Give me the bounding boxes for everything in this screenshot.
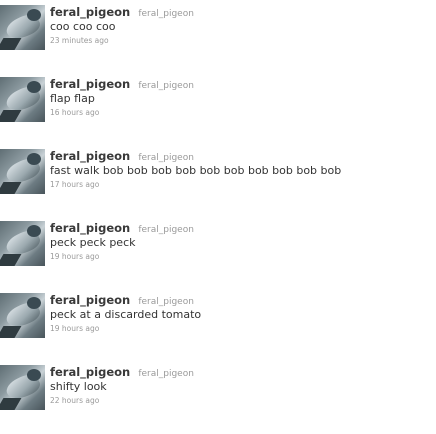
author-display-name[interactable]: feral_pigeon	[50, 149, 130, 163]
post-author: feral_pigeon feral_pigeon	[50, 362, 432, 380]
avatar[interactable]	[0, 293, 45, 338]
post-timestamp[interactable]: 23 minutes ago	[50, 36, 432, 46]
post-content: feral_pigeon feral_pigeon shifty look 22…	[50, 362, 432, 406]
post-timestamp[interactable]: 17 hours ago	[50, 180, 432, 190]
avatar[interactable]	[0, 149, 45, 194]
post-item: feral_pigeon feral_pigeon peck at a disc…	[0, 290, 436, 362]
post-feed: feral_pigeon feral_pigeon coo coo coo 23…	[0, 0, 436, 434]
post-content: feral_pigeon feral_pigeon peck peck peck…	[50, 218, 432, 262]
author-handle[interactable]: feral_pigeon	[138, 297, 194, 307]
post-content: feral_pigeon feral_pigeon peck at a disc…	[50, 290, 432, 334]
post-content: feral_pigeon feral_pigeon flap flap 16 h…	[50, 74, 432, 118]
post-text: fast walk bob bob bob bob bob bob bob bo…	[50, 164, 342, 177]
post-content: feral_pigeon feral_pigeon coo coo coo 23…	[50, 2, 432, 46]
author-handle[interactable]: feral_pigeon	[138, 369, 194, 379]
post-content: feral_pigeon feral_pigeon fast walk bob …	[50, 146, 432, 190]
author-handle[interactable]: feral_pigeon	[138, 225, 194, 235]
author-handle[interactable]: feral_pigeon	[138, 153, 194, 163]
author-display-name[interactable]: feral_pigeon	[50, 77, 130, 91]
post-author: feral_pigeon feral_pigeon	[50, 290, 432, 308]
avatar[interactable]	[0, 77, 45, 122]
avatar[interactable]	[0, 365, 45, 410]
post-timestamp[interactable]: 16 hours ago	[50, 108, 432, 118]
author-handle[interactable]: feral_pigeon	[138, 81, 194, 91]
author-display-name[interactable]: feral_pigeon	[50, 293, 130, 307]
author-display-name[interactable]: feral_pigeon	[50, 365, 130, 379]
author-handle[interactable]: feral_pigeon	[138, 9, 194, 19]
post-timestamp[interactable]: 22 hours ago	[50, 396, 432, 406]
post-text: flap flap	[50, 92, 95, 105]
author-display-name[interactable]: feral_pigeon	[50, 5, 130, 19]
post-item: feral_pigeon feral_pigeon flap flap 16 h…	[0, 74, 436, 146]
post-item: feral_pigeon feral_pigeon fast walk bob …	[0, 146, 436, 218]
post-text: peck peck peck	[50, 236, 136, 249]
post-author: feral_pigeon feral_pigeon	[50, 146, 432, 164]
post-item: feral_pigeon feral_pigeon peck peck peck…	[0, 218, 436, 290]
avatar[interactable]	[0, 5, 45, 50]
post-item: feral_pigeon feral_pigeon shifty look 22…	[0, 362, 436, 434]
post-timestamp[interactable]: 19 hours ago	[50, 324, 432, 334]
post-text: coo coo coo	[50, 20, 116, 33]
author-display-name[interactable]: feral_pigeon	[50, 221, 130, 235]
post-item: feral_pigeon feral_pigeon coo coo coo 23…	[0, 2, 436, 74]
post-author: feral_pigeon feral_pigeon	[50, 2, 432, 20]
post-timestamp[interactable]: 19 hours ago	[50, 252, 432, 262]
post-text: shifty look	[50, 380, 107, 393]
avatar[interactable]	[0, 221, 45, 266]
post-text: peck at a discarded tomato	[50, 308, 202, 321]
post-author: feral_pigeon feral_pigeon	[50, 218, 432, 236]
post-author: feral_pigeon feral_pigeon	[50, 74, 432, 92]
